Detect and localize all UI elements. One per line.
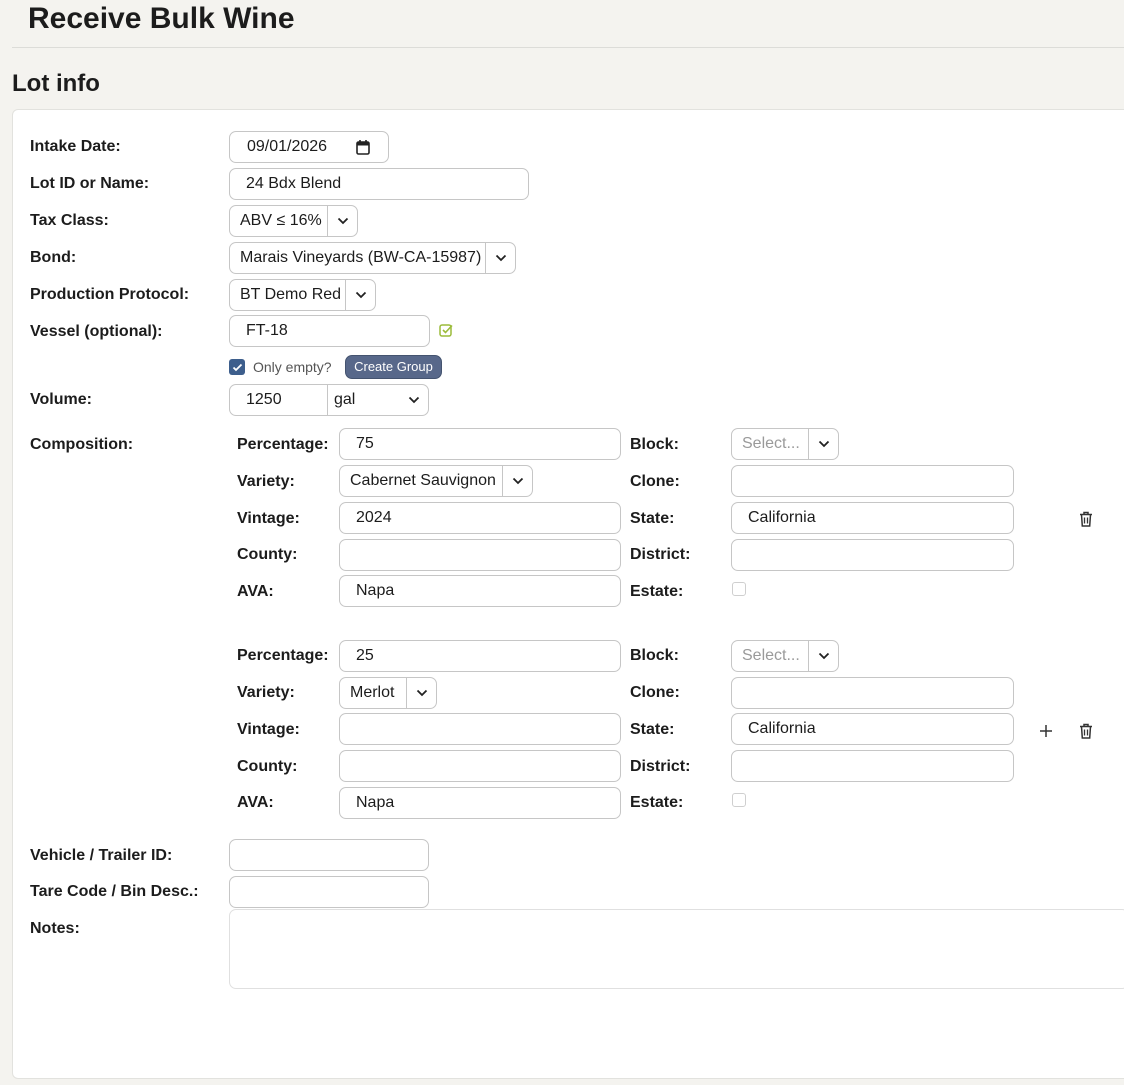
comp2-block-placeholder: Select... xyxy=(742,647,800,664)
trash-icon[interactable] xyxy=(1077,722,1095,740)
comp2-state-input[interactable]: California xyxy=(731,713,1014,745)
comp1-county-label: County: xyxy=(237,546,298,563)
comp2-block-select[interactable]: Select... xyxy=(731,640,839,672)
composition-label: Composition: xyxy=(30,436,134,453)
tare-input[interactable] xyxy=(229,876,429,908)
comp2-variety-value: Merlot xyxy=(350,684,395,701)
comp1-district-label: District: xyxy=(630,546,691,563)
lot-id-label: Lot ID or Name: xyxy=(30,175,150,192)
comp2-clone-input[interactable] xyxy=(731,677,1014,709)
comp2-variety-label: Variety: xyxy=(237,684,295,701)
page-title: Receive Bulk Wine xyxy=(28,2,295,35)
bond-label: Bond: xyxy=(30,249,77,266)
tare-label: Tare Code / Bin Desc.: xyxy=(30,883,199,900)
comp1-ava-input[interactable]: Napa xyxy=(339,575,621,607)
comp1-clone-label: Clone: xyxy=(630,473,680,490)
comp1-percentage-input[interactable]: 75 xyxy=(339,428,621,460)
comp1-variety-value: Cabernet Sauvignon xyxy=(350,472,496,489)
bond-select[interactable]: Marais Vineyards (BW-CA-15987) xyxy=(229,242,516,274)
comp1-vintage-label: Vintage: xyxy=(237,510,300,527)
chevron-down-icon xyxy=(327,206,357,236)
notes-label: Notes: xyxy=(30,920,80,937)
volume-input-group: 1250 gal xyxy=(229,384,429,416)
protocol-select[interactable]: BT Demo Red xyxy=(229,279,376,311)
comp2-percentage-label: Percentage: xyxy=(237,647,329,664)
comp1-clone-input[interactable] xyxy=(731,465,1014,497)
comp2-block-label: Block: xyxy=(630,647,679,664)
create-group-button[interactable]: Create Group xyxy=(345,355,442,379)
comp2-district-label: District: xyxy=(630,758,691,775)
comp1-state-input[interactable]: California xyxy=(731,502,1014,534)
comp2-county-label: County: xyxy=(237,758,298,775)
chevron-down-icon xyxy=(408,396,420,404)
comp2-county-input[interactable] xyxy=(339,750,621,782)
vessel-input[interactable]: FT-18 xyxy=(229,315,430,347)
trash-icon[interactable] xyxy=(1077,510,1095,528)
check-square-icon xyxy=(439,324,453,337)
comp1-variety-select[interactable]: Cabernet Sauvignon xyxy=(339,465,533,497)
comp2-variety-select[interactable]: Merlot xyxy=(339,677,437,709)
chevron-down-icon xyxy=(808,429,838,459)
plus-icon[interactable] xyxy=(1037,722,1055,740)
notes-textarea[interactable] xyxy=(229,909,1124,989)
comp2-vintage-input[interactable] xyxy=(339,713,621,745)
comp1-estate-checkbox[interactable] xyxy=(732,582,746,596)
chevron-down-icon xyxy=(406,678,436,708)
tax-class-label: Tax Class: xyxy=(30,212,109,229)
comp1-state-label: State: xyxy=(630,510,675,527)
volume-label: Volume: xyxy=(30,391,92,408)
protocol-value: BT Demo Red xyxy=(240,286,342,303)
only-empty-label: Only empty? xyxy=(253,359,332,375)
comp2-clone-label: Clone: xyxy=(630,684,680,701)
volume-unit-value: gal xyxy=(334,391,356,408)
bond-value: Marais Vineyards (BW-CA-15987) xyxy=(240,249,482,266)
intake-date-value: 09/01/2026 xyxy=(247,138,328,155)
comp1-block-label: Block: xyxy=(630,436,679,453)
only-empty-checkbox[interactable] xyxy=(229,359,245,375)
comp2-state-label: State: xyxy=(630,721,675,738)
comp2-estate-checkbox[interactable] xyxy=(732,793,746,807)
chevron-down-icon xyxy=(808,641,838,671)
section-title: Lot info xyxy=(12,70,100,97)
comp1-estate-label: Estate: xyxy=(630,583,684,600)
tax-class-select[interactable]: ABV ≤ 16% xyxy=(229,205,358,237)
chevron-down-icon xyxy=(345,280,375,310)
title-divider xyxy=(12,47,1124,48)
calendar-icon[interactable] xyxy=(356,139,370,155)
lot-id-input[interactable]: 24 Bdx Blend xyxy=(229,168,529,200)
volume-unit-select[interactable]: gal xyxy=(328,385,428,415)
comp1-variety-label: Variety: xyxy=(237,473,295,490)
comp2-district-input[interactable] xyxy=(731,750,1014,782)
vessel-label: Vessel (optional): xyxy=(30,323,163,340)
comp1-county-input[interactable] xyxy=(339,539,621,571)
comp1-block-select[interactable]: Select... xyxy=(731,428,839,460)
intake-date-label: Intake Date: xyxy=(30,138,121,155)
comp2-ava-input[interactable]: Napa xyxy=(339,787,621,819)
chevron-down-icon xyxy=(485,243,515,273)
comp1-district-input[interactable] xyxy=(731,539,1014,571)
volume-input[interactable]: 1250 xyxy=(230,385,328,415)
comp1-block-placeholder: Select... xyxy=(742,435,800,452)
comp2-vintage-label: Vintage: xyxy=(237,721,300,738)
vehicle-input[interactable] xyxy=(229,839,429,871)
vehicle-label: Vehicle / Trailer ID: xyxy=(30,847,173,864)
chevron-down-icon xyxy=(502,466,532,496)
comp1-vintage-input[interactable]: 2024 xyxy=(339,502,621,534)
comp2-percentage-input[interactable]: 25 xyxy=(339,640,621,672)
intake-date-input[interactable]: 09/01/2026 xyxy=(229,131,389,163)
comp2-estate-label: Estate: xyxy=(630,794,684,811)
protocol-label: Production Protocol: xyxy=(30,286,190,303)
comp1-ava-label: AVA: xyxy=(237,583,274,600)
tax-class-value: ABV ≤ 16% xyxy=(240,212,322,229)
comp2-ava-label: AVA: xyxy=(237,794,274,811)
comp1-percentage-label: Percentage: xyxy=(237,436,329,453)
